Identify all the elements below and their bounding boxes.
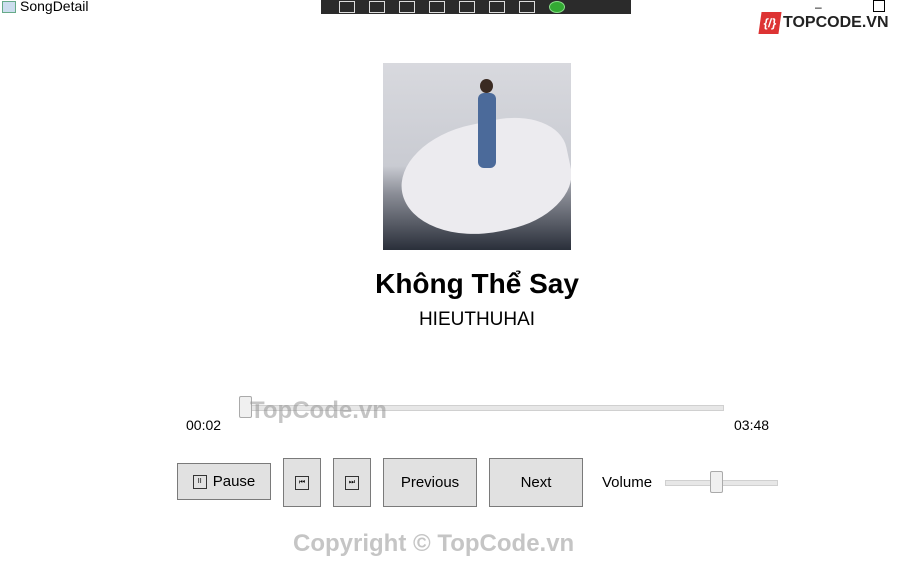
window-title: SongDetail <box>20 0 89 14</box>
next-button[interactable]: Next <box>489 458 583 507</box>
song-title: Không Thể Say <box>375 268 579 299</box>
frame-icon[interactable] <box>429 1 445 13</box>
pointer-icon[interactable] <box>399 1 415 13</box>
pause-button[interactable]: II Pause <box>177 463 271 500</box>
debug-toolbar[interactable] <box>321 0 631 14</box>
skip-back-icon: ⏮ <box>295 475 309 490</box>
app-icon <box>2 1 16 13</box>
duration: 03:48 <box>734 417 770 433</box>
skip-forward-icon: ⏭ <box>345 475 359 490</box>
pause-label: Pause <box>212 473 256 490</box>
logo-text: TOPCODE.VN <box>783 14 889 31</box>
copyright-watermark: Copyright © TopCode.vn <box>293 530 575 557</box>
select-element-icon[interactable] <box>339 1 355 13</box>
current-time: 00:02 <box>186 417 222 433</box>
artist-name: HIEUTHUHAI <box>418 309 536 330</box>
skip-forward-button[interactable]: ⏭ <box>333 458 371 507</box>
display-layout-icon[interactable] <box>369 1 385 13</box>
contrast-icon[interactable] <box>489 1 505 13</box>
watermark: TopCode.vn <box>250 397 387 424</box>
check-icon[interactable] <box>549 1 565 13</box>
volume-label: Volume <box>602 474 653 491</box>
skip-back-button[interactable]: ⏮ <box>283 458 321 507</box>
logo: {/} TOPCODE.VN <box>758 12 889 34</box>
logo-mark: {/} <box>758 12 782 34</box>
previous-button[interactable]: Previous <box>383 458 477 507</box>
maximize-button[interactable] <box>873 0 885 12</box>
accessibility-icon[interactable] <box>519 1 535 13</box>
volume-slider-thumb[interactable] <box>710 471 723 493</box>
pointer-icon[interactable] <box>459 1 475 13</box>
pause-icon: II <box>192 474 207 489</box>
album-art <box>383 63 571 250</box>
